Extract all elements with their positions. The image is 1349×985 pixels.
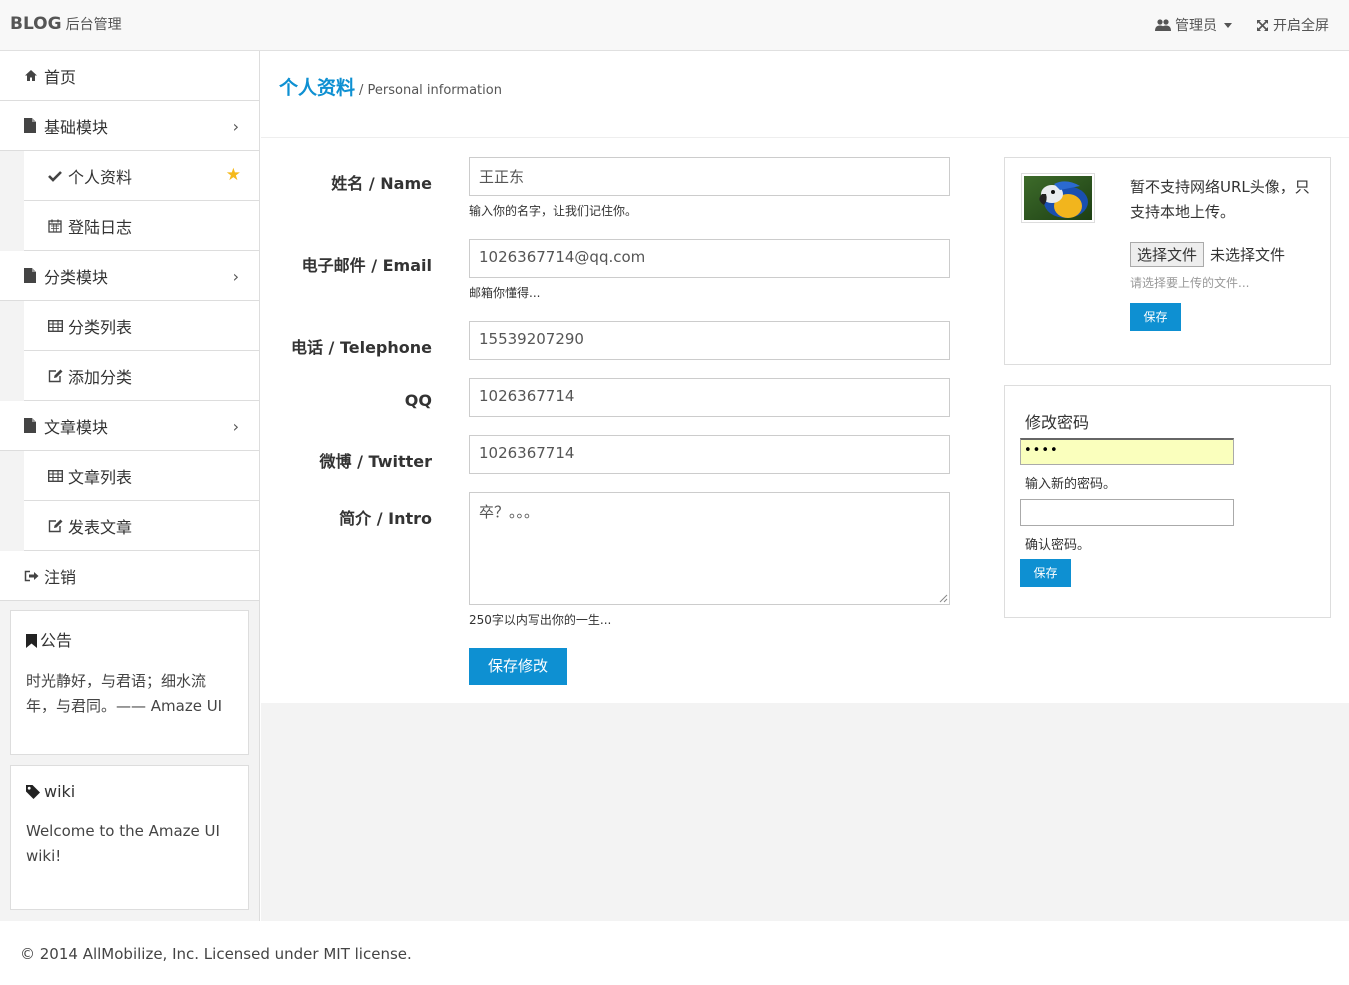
notice-text: 时光静好，与君语；细水流年，与君同。—— Amaze UI xyxy=(26,672,223,715)
fullscreen-label: 开启全屏 xyxy=(1273,18,1329,34)
password-title: 修改密码 xyxy=(1025,413,1090,432)
table-icon xyxy=(48,319,64,332)
fullscreen-button[interactable]: 开启全屏 xyxy=(1256,15,1329,35)
resize-handle-icon[interactable] xyxy=(939,594,948,603)
admin-user-menu[interactable]: 管理员 xyxy=(1155,15,1232,35)
brand[interactable]: BLOG 后台管理 xyxy=(10,14,122,34)
wiki-title: wiki xyxy=(26,782,233,801)
intro-help: 250字以内写出你的一生... xyxy=(469,613,612,627)
edit-icon xyxy=(48,369,64,383)
name-label: 姓名 / Name xyxy=(331,174,432,193)
file-input[interactable]: 选择文件 未选择文件 xyxy=(1130,242,1285,267)
page-subtitle: / Personal information xyxy=(359,83,502,98)
sidebar-item-home[interactable]: 首页 xyxy=(0,51,259,101)
sidebar-item-label: 文章列表 xyxy=(68,467,133,487)
sidebar-item-label: 首页 xyxy=(44,67,77,87)
signout-icon xyxy=(24,570,40,582)
sidebar-item-label: 基础模块 xyxy=(44,117,109,137)
brand-subtitle: 后台管理 xyxy=(65,17,122,33)
sidebar-item-profile[interactable]: 个人资料 ★ xyxy=(24,151,259,201)
weibo-label: 微博 / Twitter xyxy=(319,452,432,471)
confirm-password-field[interactable] xyxy=(1020,499,1234,526)
qq-label: QQ xyxy=(404,391,432,410)
admin-user-label: 管理员 xyxy=(1175,18,1217,34)
sidebar-item-category-module[interactable]: 分类模块 › xyxy=(0,251,259,301)
sidebar-item-label: 添加分类 xyxy=(68,367,133,387)
avatar xyxy=(1021,173,1095,223)
new-password-field[interactable]: •••• xyxy=(1020,438,1234,465)
page-title: 个人资料 / Personal information xyxy=(279,73,502,100)
sidebar-item-category-list[interactable]: 分类列表 xyxy=(24,301,259,351)
expand-icon xyxy=(1257,19,1268,31)
upload-help: 请选择要上传的文件... xyxy=(1130,276,1250,290)
sidebar-item-label: 分类列表 xyxy=(68,317,133,337)
footer: © 2014 AllMobilize, Inc. Licensed under … xyxy=(0,921,1349,985)
phone-label: 电话 / Telephone xyxy=(290,338,432,357)
sidebar-item-login-log[interactable]: 登陆日志 xyxy=(24,201,259,251)
weibo-field[interactable]: 1026367714 xyxy=(469,435,950,474)
edit-icon xyxy=(48,519,64,533)
sidebar-item-label: 注销 xyxy=(44,567,77,587)
wiki-panel: wiki Welcome to the Amaze UI wiki! xyxy=(10,765,249,910)
file-icon xyxy=(24,118,40,133)
sidebar-item-article-module[interactable]: 文章模块 › xyxy=(0,401,259,451)
sidebar: 首页 基础模块 › 个人资料 ★ 登陆日志 分类模块 › 分类列表 添加分类 文… xyxy=(0,51,260,921)
home-icon xyxy=(24,69,40,82)
calendar-icon xyxy=(48,219,64,233)
content-background xyxy=(261,703,1349,921)
chevron-right-icon: › xyxy=(232,417,239,436)
confirm-password-help: 确认密码。 xyxy=(1025,538,1091,553)
brand-title: BLOG xyxy=(10,14,62,34)
wiki-text: Welcome to the Amaze UI wiki! xyxy=(26,822,220,865)
email-help: 邮箱你懂得... xyxy=(469,286,541,300)
notice-panel: 公告 时光静好，与君语；细水流年，与君同。—— Amaze UI xyxy=(10,610,249,755)
page-header: 个人资料 / Personal information xyxy=(261,51,1349,138)
sidebar-item-label: 发表文章 xyxy=(68,517,133,537)
sidebar-item-label: 个人资料 xyxy=(68,167,133,187)
avatar-notice: 暂不支持网络URL头像，只支持本地上传。 xyxy=(1130,178,1310,221)
save-password-button[interactable]: 保存 xyxy=(1020,559,1071,587)
sidebar-item-publish-article[interactable]: 发表文章 xyxy=(24,501,259,551)
save-changes-button[interactable]: 保存修改 xyxy=(469,648,567,685)
email-field[interactable]: 1026367714@qq.com xyxy=(469,239,950,278)
table-icon xyxy=(48,469,64,482)
notice-title-text: 公告 xyxy=(40,631,73,650)
check-icon xyxy=(48,170,64,182)
name-field[interactable]: 王正东 xyxy=(469,157,950,196)
intro-text: 卒？。。。 xyxy=(479,503,540,521)
file-icon xyxy=(24,418,40,433)
footer-text: © 2014 AllMobilize, Inc. Licensed under … xyxy=(20,945,412,963)
sidebar-item-logout[interactable]: 注销 xyxy=(0,551,259,601)
tag-icon xyxy=(26,785,40,799)
users-icon xyxy=(1155,19,1171,31)
chevron-right-icon: › xyxy=(232,117,239,136)
sidebar-item-article-list[interactable]: 文章列表 xyxy=(24,451,259,501)
password-panel: 修改密码 •••• 输入新的密码。 确认密码。 保存 xyxy=(1004,385,1331,618)
caret-down-icon xyxy=(1224,22,1232,28)
sidebar-item-label: 登陆日志 xyxy=(68,217,133,237)
notice-title: 公告 xyxy=(26,627,233,651)
bookmark-icon xyxy=(26,634,37,648)
new-password-help: 输入新的密码。 xyxy=(1025,477,1117,492)
wiki-title-text: wiki xyxy=(44,782,76,801)
qq-field[interactable]: 1026367714 xyxy=(469,378,950,417)
sidebar-item-label: 文章模块 xyxy=(44,417,109,437)
email-label: 电子邮件 / Email xyxy=(301,256,432,275)
sidebar-item-add-category[interactable]: 添加分类 xyxy=(24,351,259,401)
name-help: 输入你的名字，让我们记住你。 xyxy=(469,204,638,218)
choose-file-button[interactable]: 选择文件 xyxy=(1130,242,1205,267)
file-icon xyxy=(24,268,40,283)
save-avatar-button[interactable]: 保存 xyxy=(1130,303,1181,331)
avatar-panel: 暂不支持网络URL头像，只支持本地上传。 选择文件 未选择文件 请选择要上传的文… xyxy=(1004,157,1331,365)
intro-textarea[interactable]: 卒？。。。 xyxy=(469,492,950,605)
top-bar: BLOG 后台管理 管理员 开启全屏 xyxy=(0,0,1349,51)
sidebar-item-basic-module[interactable]: 基础模块 › xyxy=(0,101,259,151)
file-status: 未选择文件 xyxy=(1210,246,1286,264)
phone-field[interactable]: 15539207290 xyxy=(469,321,950,360)
page-title-text: 个人资料 xyxy=(279,77,356,99)
intro-label: 简介 / Intro xyxy=(339,509,432,528)
sidebar-item-label: 分类模块 xyxy=(44,267,109,287)
